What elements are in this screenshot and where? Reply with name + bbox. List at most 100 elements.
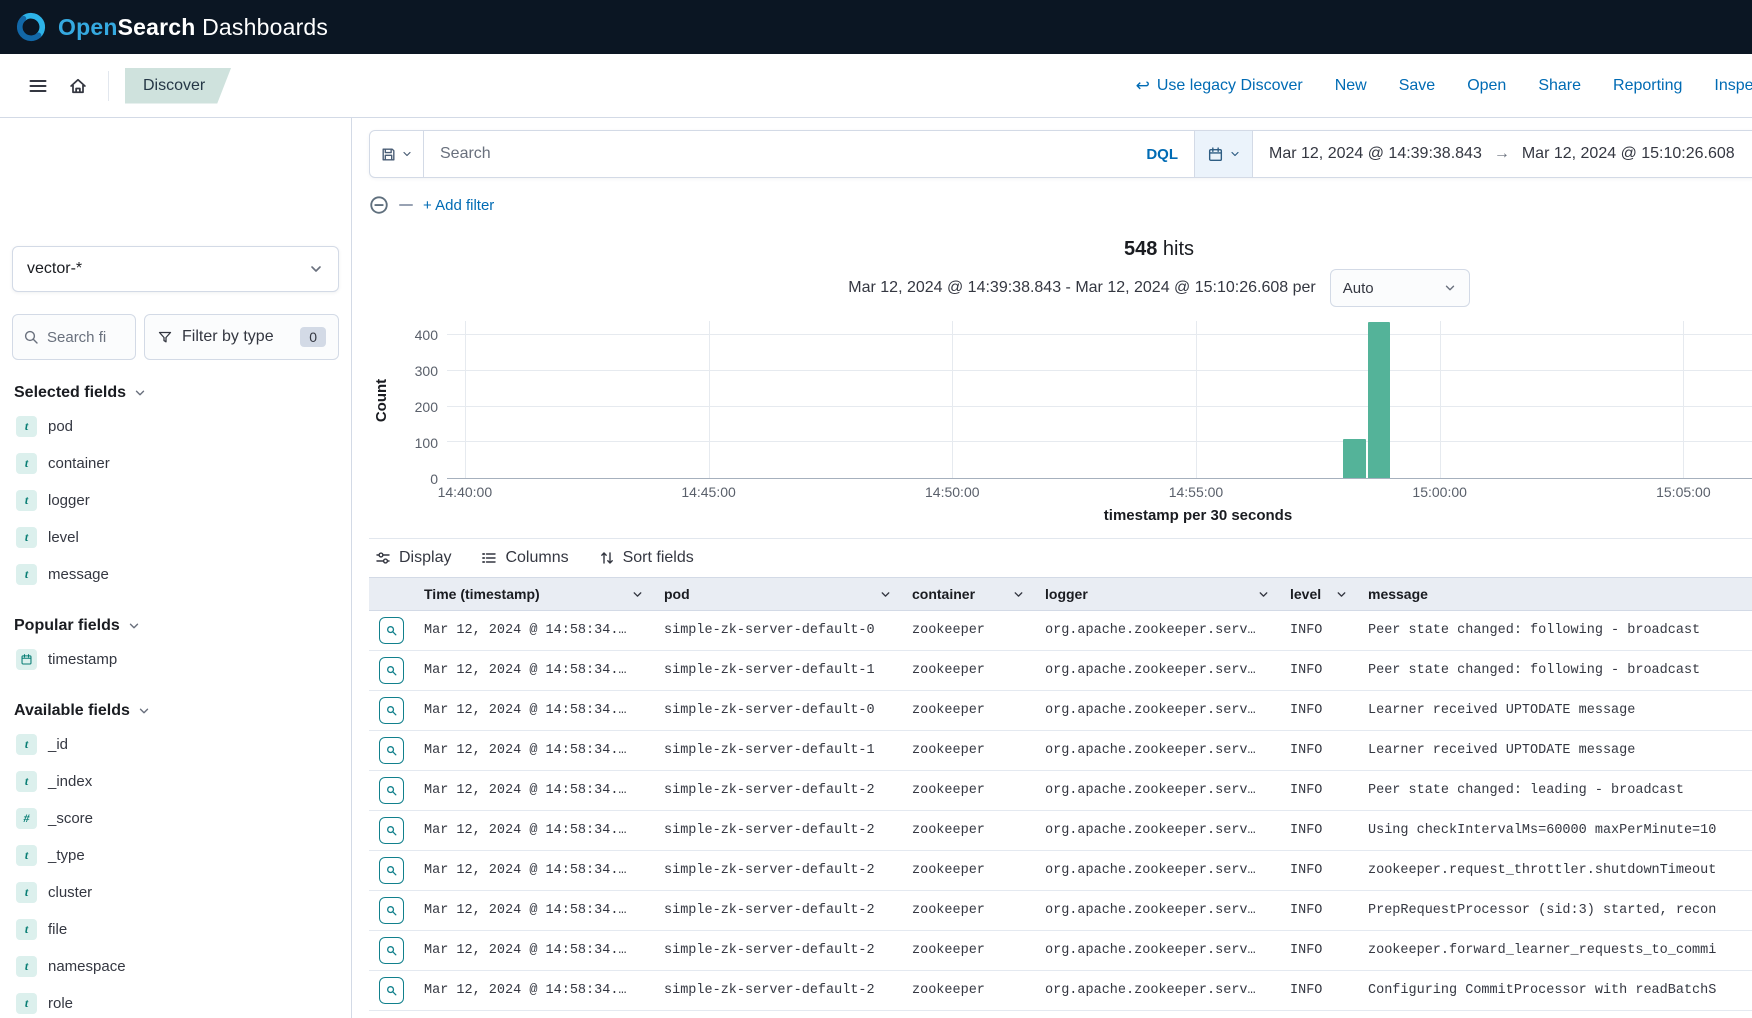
column-header[interactable]: level	[1280, 578, 1358, 610]
breadcrumb-discover[interactable]: Discover	[125, 68, 231, 104]
column-header[interactable]: logger	[1035, 578, 1280, 610]
chevron-down-icon[interactable]	[1335, 588, 1348, 601]
column-header[interactable]: Time (timestamp)	[414, 578, 654, 610]
expand-column-header	[369, 578, 414, 610]
field-name: message	[48, 566, 109, 583]
display-label: Display	[399, 549, 451, 567]
add-filter-button[interactable]: + Add filter	[423, 197, 494, 214]
popular-fields-header[interactable]: Popular fields	[14, 617, 337, 635]
chevron-down-icon[interactable]	[879, 588, 892, 601]
selected-fields-header[interactable]: Selected fields	[14, 384, 337, 402]
hits-title: 548 hits	[369, 238, 1752, 261]
date-picker-button[interactable]	[1194, 131, 1252, 177]
display-button[interactable]: Display	[375, 549, 451, 567]
inspect-document-button[interactable]	[379, 897, 404, 924]
inspect-document-button[interactable]	[379, 857, 404, 884]
cell-container: zookeeper	[902, 771, 1035, 810]
toolbar-action-button[interactable]: Open	[1467, 77, 1506, 95]
date-range-start[interactable]: Mar 12, 2024 @ 14:39:38.843	[1269, 145, 1482, 163]
field-search-input[interactable]	[47, 329, 113, 346]
table-row[interactable]: Mar 12, 2024 @ 14:58:34.… simple-zk-serv…	[369, 971, 1752, 1011]
inspect-document-button[interactable]	[379, 617, 404, 644]
table-row[interactable]: Mar 12, 2024 @ 14:58:34.… simple-zk-serv…	[369, 851, 1752, 891]
filter-options-button[interactable]	[369, 195, 389, 215]
undo-icon: ↩	[1136, 76, 1150, 96]
sidebar-field-item[interactable]: # _score	[12, 800, 339, 837]
saved-query-button[interactable]	[370, 131, 424, 177]
chevron-down-icon[interactable]	[631, 588, 644, 601]
column-header[interactable]: pod	[654, 578, 902, 610]
toolbar-action-button[interactable]: New	[1335, 77, 1367, 95]
sidebar-field-item[interactable]: t _id	[12, 726, 339, 763]
search-input[interactable]	[440, 145, 1134, 163]
field-type-icon: t	[16, 956, 37, 977]
table-row[interactable]: Mar 12, 2024 @ 14:58:34.… simple-zk-serv…	[369, 811, 1752, 851]
table-row[interactable]: Mar 12, 2024 @ 14:58:34.… simple-zk-serv…	[369, 731, 1752, 771]
sidebar-field-item-timestamp[interactable]: timestamp	[12, 641, 339, 678]
home-button[interactable]	[58, 66, 98, 106]
sidebar-field-item[interactable]: t cluster	[12, 874, 339, 911]
field-type-icon: t	[16, 919, 37, 940]
sidebar-field-item[interactable]: t logger	[12, 482, 339, 519]
column-header[interactable]: message	[1358, 578, 1752, 610]
sidebar-field-item[interactable]: t container	[12, 445, 339, 482]
inspect-document-button[interactable]	[379, 817, 404, 844]
column-header-label: level	[1290, 586, 1321, 602]
y-axis-title: Count	[369, 321, 395, 479]
field-name: container	[48, 455, 110, 472]
inspect-document-button[interactable]	[379, 737, 404, 764]
cell-pod: simple-zk-server-default-0	[654, 691, 902, 730]
sidebar-field-item[interactable]: t _index	[12, 763, 339, 800]
inspect-document-button[interactable]	[379, 657, 404, 684]
table-row[interactable]: Mar 12, 2024 @ 14:58:34.… simple-zk-serv…	[369, 611, 1752, 651]
inspect-document-button[interactable]	[379, 977, 404, 1004]
date-range: Mar 12, 2024 @ 14:39:38.843 → Mar 12, 20…	[1252, 131, 1752, 177]
filter-by-type-button[interactable]: Filter by type 0	[144, 314, 339, 360]
table-row[interactable]: Mar 12, 2024 @ 14:58:34.… simple-zk-serv…	[369, 651, 1752, 691]
cell-pod: simple-zk-server-default-2	[654, 851, 902, 890]
sidebar-field-item[interactable]: t role	[12, 985, 339, 1018]
sidebar-field-item[interactable]: t namespace	[12, 948, 339, 985]
table-row[interactable]: Mar 12, 2024 @ 14:58:34.… simple-zk-serv…	[369, 691, 1752, 731]
x-tick-label: 14:40:00	[438, 484, 493, 500]
date-range-end[interactable]: Mar 12, 2024 @ 15:10:26.608	[1522, 145, 1735, 163]
chevron-down-icon[interactable]	[1012, 588, 1025, 601]
cell-pod: simple-zk-server-default-0	[654, 611, 902, 650]
sidebar-field-item[interactable]: t message	[12, 556, 339, 593]
toolbar-action-button[interactable]: Reporting	[1613, 77, 1682, 95]
toolbar-action-button[interactable]: Share	[1538, 77, 1581, 95]
brand-open: Open	[58, 14, 118, 40]
histogram-bar[interactable]	[1343, 439, 1365, 478]
toolbar-action-button[interactable]: Inspect	[1714, 77, 1752, 95]
histogram-bar[interactable]	[1368, 322, 1390, 478]
chart-subtitle-row: Mar 12, 2024 @ 14:39:38.843 - Mar 12, 20…	[369, 269, 1752, 307]
inspect-document-button[interactable]	[379, 777, 404, 804]
column-header[interactable]: container	[902, 578, 1035, 610]
sort-fields-button[interactable]: Sort fields	[599, 549, 694, 567]
cell-message: Using checkIntervalMs=60000 maxPerMinute…	[1358, 811, 1752, 850]
columns-button[interactable]: Columns	[481, 549, 568, 567]
sidebar-field-item[interactable]: t pod	[12, 408, 339, 445]
column-header-label: container	[912, 586, 975, 602]
query-language-selector[interactable]: DQL	[1134, 146, 1178, 163]
sidebar-field-item[interactable]: t level	[12, 519, 339, 556]
table-row[interactable]: Mar 12, 2024 @ 14:58:34.… simple-zk-serv…	[369, 771, 1752, 811]
inspect-document-button[interactable]	[379, 697, 404, 724]
expand-cell	[369, 811, 414, 850]
index-pattern-select[interactable]: vector-*	[12, 246, 339, 292]
field-name: pod	[48, 418, 73, 435]
sidebar-field-item[interactable]: t file	[12, 911, 339, 948]
x-tick-label: 14:50:00	[925, 484, 980, 500]
chevron-down-icon[interactable]	[1257, 588, 1270, 601]
inspect-document-button[interactable]	[379, 937, 404, 964]
use-legacy-discover-button[interactable]: ↩ Use legacy Discover	[1136, 76, 1303, 96]
available-fields-header[interactable]: Available fields	[14, 702, 337, 720]
sort-icon	[599, 550, 615, 566]
menu-button[interactable]	[18, 66, 58, 106]
table-row[interactable]: Mar 12, 2024 @ 14:58:34.… simple-zk-serv…	[369, 891, 1752, 931]
toolbar-action-button[interactable]: Save	[1399, 77, 1435, 95]
interval-select[interactable]: Auto	[1330, 269, 1470, 307]
table-row[interactable]: Mar 12, 2024 @ 14:58:34.… simple-zk-serv…	[369, 931, 1752, 971]
sidebar-field-item[interactable]: t _type	[12, 837, 339, 874]
toolbar-divider	[108, 71, 109, 101]
